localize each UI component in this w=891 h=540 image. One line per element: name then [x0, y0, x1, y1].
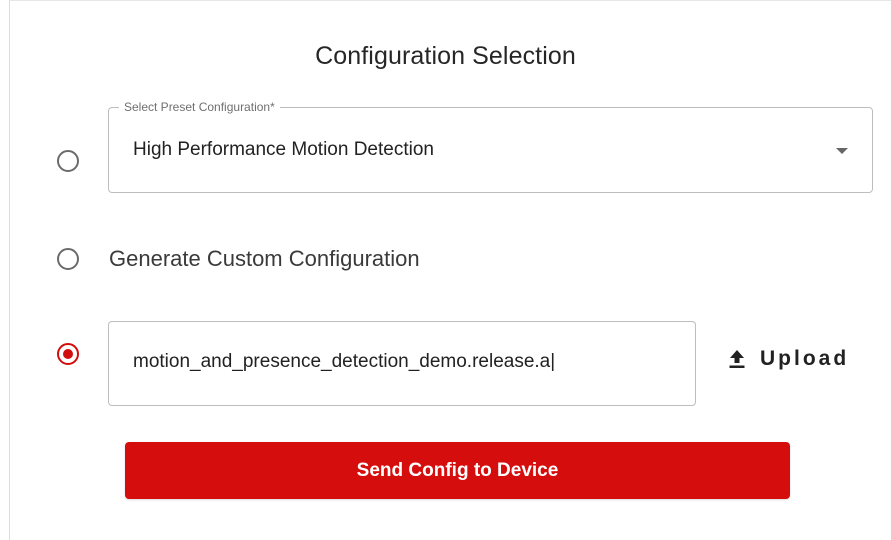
- send-config-button[interactable]: Send Config to Device: [125, 442, 790, 499]
- custom-config-label: Generate Custom Configuration: [109, 246, 420, 271]
- custom-config-radio[interactable]: [57, 248, 79, 270]
- file-config-field[interactable]: [108, 321, 696, 406]
- file-config-radio[interactable]: [57, 343, 79, 365]
- config-file-input[interactable]: [133, 351, 681, 373]
- preset-config-label: Select Preset Configuration*: [119, 100, 280, 114]
- upload-icon: [729, 350, 745, 368]
- preset-config-select[interactable]: Select Preset Configuration* High Perfor…: [108, 100, 873, 193]
- preset-config-radio[interactable]: [57, 150, 79, 172]
- page-title: Configuration Selection: [315, 42, 576, 70]
- dropdown-caret-icon: [836, 148, 848, 154]
- upload-button[interactable]: Upload: [728, 344, 849, 374]
- upload-button-label: Upload: [760, 347, 850, 370]
- send-config-button-label: Send Config to Device: [356, 459, 559, 481]
- preset-config-value: High Performance Motion Detection: [133, 139, 434, 160]
